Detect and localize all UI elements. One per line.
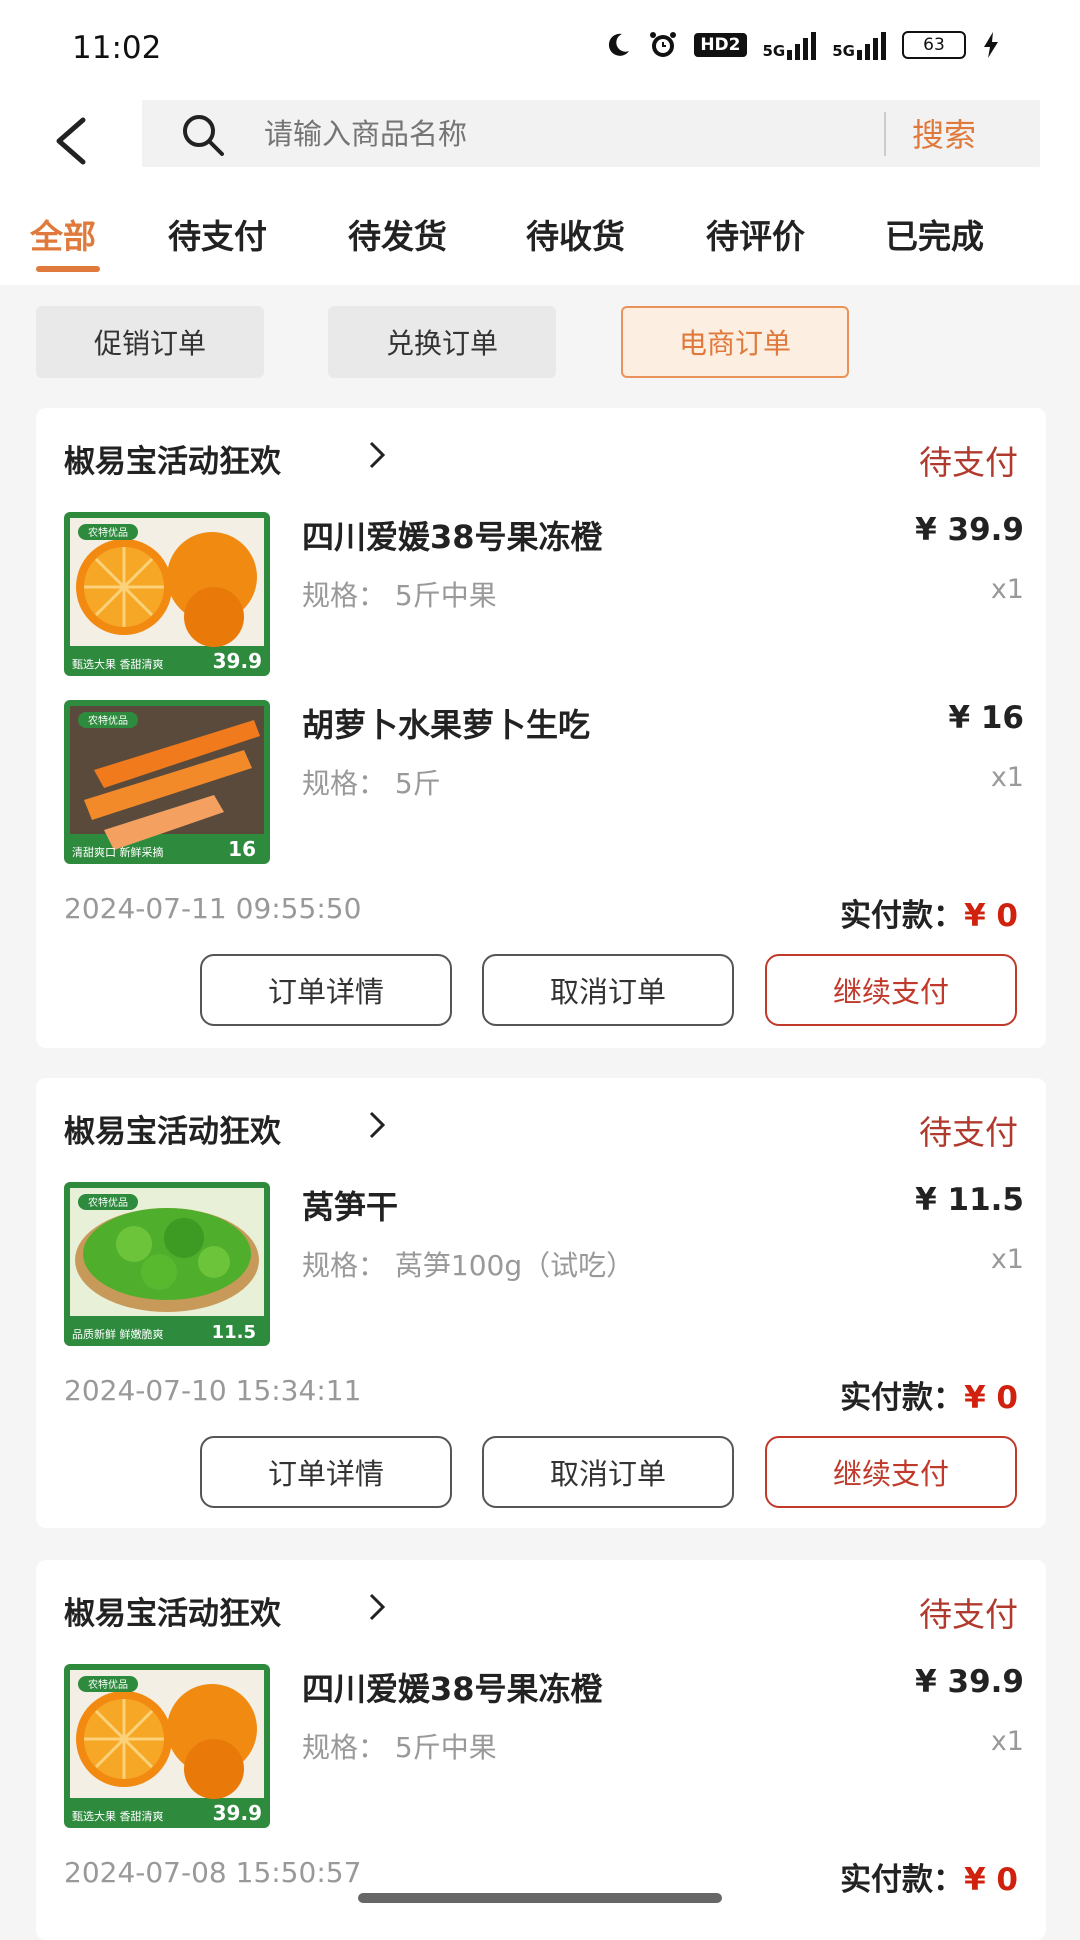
item-spec: 规格： 5斤中果 (302, 579, 497, 612)
tab-completed[interactable]: 已完成 (885, 210, 984, 258)
svg-text:11.5: 11.5 (212, 1322, 256, 1343)
svg-text:农特优品: 农特优品 (88, 1196, 128, 1209)
item-quantity: x1 (990, 1726, 1024, 1757)
tab-all[interactable]: 全部 (30, 210, 96, 258)
chevron-right-icon[interactable] (366, 1592, 388, 1622)
item-quantity: x1 (990, 762, 1024, 793)
search-icon (183, 115, 224, 156)
item-quantity: x1 (990, 1244, 1024, 1275)
svg-text:甄选大果 香甜清爽: 甄选大果 香甜清爽 (72, 1809, 164, 1823)
tab-pending-shipment[interactable]: 待发货 (348, 210, 447, 258)
shop-name[interactable]: 椒易宝活动狂欢 (64, 1106, 281, 1151)
orange-product-image[interactable]: 农特优品 甄选大果 香甜清爽 39.9 (64, 512, 270, 676)
net-5g-icon: 5G (763, 30, 817, 60)
order-status: 待支付 (919, 443, 1018, 482)
search-input[interactable] (262, 110, 986, 158)
subtab-exchange-orders[interactable]: 兑换订单 (328, 306, 556, 378)
item-price: ¥ 39.9 (915, 1664, 1024, 1700)
tab-pending-receipt[interactable]: 待收货 (526, 210, 625, 258)
svg-text:甄选大果 香甜清爽: 甄选大果 香甜清爽 (72, 657, 164, 671)
lettuce-product-image[interactable]: 农特优品 品质新鲜 鲜嫩脆爽 11.5 (64, 1182, 270, 1346)
order-time: 2024-07-10 15:34:11 (64, 1374, 362, 1407)
status-icons: HD2 5G 5G 63 (604, 30, 1000, 60)
orange-product-image[interactable]: 农特优品 甄选大果 香甜清爽 39.9 (64, 1664, 270, 1828)
paid-value: ¥ 0 (964, 1380, 1018, 1416)
order-type-tabs: 促销订单 兑换订单 电商订单 (0, 290, 1080, 400)
paid-amount: 实付款：¥ 0 (840, 1372, 1018, 1417)
carrot-product-image[interactable]: 农特优品 清甜爽口 新鲜采摘 16 (64, 700, 270, 864)
net-5g-icon-2: 5G (832, 30, 886, 60)
header: 搜索 (0, 100, 1080, 190)
item-price: ¥ 39.9 (915, 512, 1024, 548)
alarm-icon (650, 32, 677, 57)
order-status-tabs: 全部 待支付 待发货 待收货 待评价 已完成 (0, 190, 1080, 285)
svg-text:清甜爽口 新鲜采摘: 清甜爽口 新鲜采摘 (72, 845, 164, 859)
svg-text:品质新鲜 鲜嫩脆爽: 品质新鲜 鲜嫩脆爽 (72, 1327, 164, 1341)
status-time: 11:02 (72, 30, 162, 66)
chevron-right-icon[interactable] (366, 1110, 388, 1140)
tab-pending-payment[interactable]: 待支付 (168, 210, 267, 258)
order-item[interactable]: 农特优品 甄选大果 香甜清爽 39.9 四川爱媛38号果冻橙 规格： 5斤中果 … (64, 1664, 1024, 1834)
paid-label: 实付款： (840, 1380, 965, 1416)
order-item[interactable]: 农特优品 品质新鲜 鲜嫩脆爽 11.5 莴笋干 规格： 莴笋100g（试吃） ¥… (64, 1182, 1024, 1352)
item-quantity: x1 (990, 574, 1024, 605)
item-spec: 规格： 莴笋100g（试吃） (302, 1249, 635, 1282)
item-spec: 规格： 5斤 (302, 767, 441, 800)
order-item[interactable]: 农特优品 清甜爽口 新鲜采摘 16 胡萝卜水果萝卜生吃 规格： 5斤 ¥ 16 … (64, 700, 1024, 870)
continue-payment-button[interactable]: 继续支付 (765, 954, 1017, 1026)
paid-label: 实付款： (840, 898, 965, 934)
item-title: 胡萝卜水果萝卜生吃 (302, 706, 591, 744)
subtab-ecommerce-orders[interactable]: 电商订单 (621, 306, 849, 378)
svg-text:39.9: 39.9 (213, 649, 262, 673)
paid-value: ¥ 0 (964, 898, 1018, 934)
order-card: 椒易宝活动狂欢 待支付 农特优品 品质新鲜 鲜嫩脆爽 11.5 莴笋干 规格： … (36, 1078, 1046, 1528)
search-button[interactable]: 搜索 (912, 110, 976, 156)
moon-icon (609, 33, 630, 56)
continue-payment-button[interactable]: 继续支付 (765, 1436, 1017, 1508)
item-price: ¥ 11.5 (915, 1182, 1024, 1218)
order-time: 2024-07-11 09:55:50 (64, 892, 362, 925)
order-card: 椒易宝活动狂欢 待支付 农特优品 甄选大果 香甜清爽 39.9 四川爱媛38号果… (36, 1560, 1046, 1940)
search-box[interactable]: 搜索 (142, 100, 1040, 167)
svg-text:39.9: 39.9 (213, 1801, 262, 1825)
battery-icon: 63 (902, 31, 966, 59)
subtab-promotion-orders[interactable]: 促销订单 (36, 306, 264, 378)
order-card: 椒易宝活动狂欢 待支付 农特优品 甄选大果 香甜清爽 39.9 四川爱媛38号果… (36, 408, 1046, 1048)
order-time: 2024-07-08 15:50:57 (64, 1856, 362, 1889)
order-item[interactable]: 农特优品 甄选大果 香甜清爽 39.9 四川爱媛38号果冻橙 规格： 5斤中果 … (64, 512, 1024, 682)
item-price: ¥ 16 (948, 700, 1024, 736)
cancel-order-button[interactable]: 取消订单 (482, 1436, 734, 1508)
paid-amount: 实付款：¥ 0 (840, 890, 1018, 935)
item-spec: 规格： 5斤中果 (302, 1731, 497, 1764)
item-title: 莴笋干 (302, 1188, 399, 1226)
charging-icon (984, 32, 998, 58)
order-detail-button[interactable]: 订单详情 (200, 954, 452, 1026)
svg-text:农特优品: 农特优品 (88, 526, 128, 539)
chevron-right-icon[interactable] (366, 440, 388, 470)
paid-label: 实付款： (840, 1862, 965, 1898)
order-status: 待支付 (919, 1595, 1018, 1634)
hd-badge: HD2 (694, 33, 747, 57)
cancel-order-button[interactable]: 取消订单 (482, 954, 734, 1026)
svg-text:农特优品: 农特优品 (88, 1678, 128, 1691)
paid-amount: 实付款：¥ 0 (840, 1854, 1018, 1899)
shop-name[interactable]: 椒易宝活动狂欢 (64, 1588, 281, 1633)
paid-value: ¥ 0 (964, 1862, 1018, 1898)
svg-text:16: 16 (228, 837, 256, 861)
active-tab-indicator (36, 266, 100, 272)
svg-text:农特优品: 农特优品 (88, 714, 128, 727)
order-detail-button[interactable]: 订单详情 (200, 1436, 452, 1508)
back-arrow-icon[interactable] (45, 108, 105, 174)
item-title: 四川爱媛38号果冻橙 (302, 518, 603, 556)
shop-name[interactable]: 椒易宝活动狂欢 (64, 436, 281, 481)
status-bar: 11:02 HD2 5G 5G 63 (0, 0, 1080, 100)
order-status: 待支付 (919, 1113, 1018, 1152)
home-indicator[interactable] (358, 1893, 722, 1903)
search-divider (884, 112, 886, 156)
tab-pending-review[interactable]: 待评价 (706, 210, 805, 258)
item-title: 四川爱媛38号果冻橙 (302, 1670, 603, 1708)
